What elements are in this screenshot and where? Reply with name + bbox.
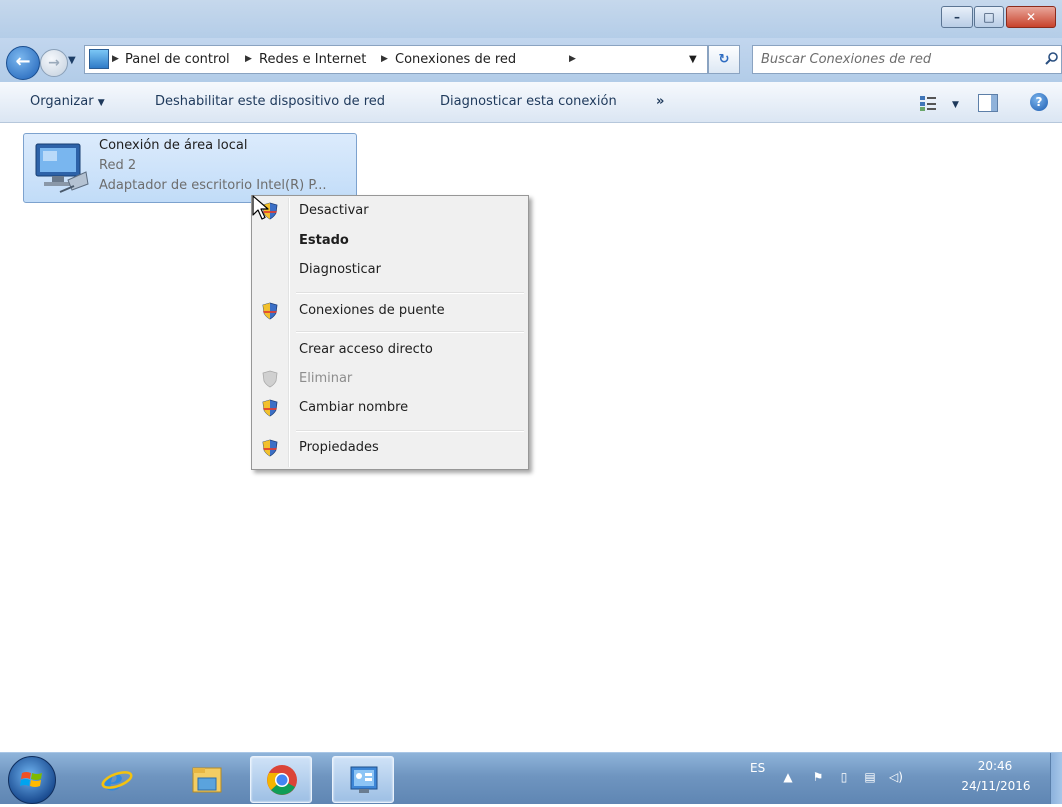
- window-title-bar: – □ ✕: [0, 0, 1062, 38]
- language-indicator[interactable]: ES: [750, 753, 765, 804]
- preview-pane-icon: [991, 95, 997, 111]
- uac-shield-icon: [262, 399, 278, 417]
- menu-item-propiedades[interactable]: Propiedades: [254, 435, 526, 461]
- close-button[interactable]: ✕: [1006, 6, 1056, 28]
- menu-item-estado[interactable]: Estado: [254, 228, 526, 254]
- file-list-area[interactable]: [0, 123, 1062, 752]
- help-button[interactable]: ?: [1030, 93, 1048, 111]
- menu-item-desactivar[interactable]: Desactivar: [254, 198, 526, 224]
- back-arrow-icon: ←: [15, 51, 31, 72]
- connection-name: Conexión de área local: [99, 138, 248, 153]
- breadcrumb-separator-icon[interactable]: ▶: [112, 46, 119, 73]
- context-menu: Desactivar Estado Diagnosticar Conexiones d…: [251, 195, 529, 470]
- menu-item-cambiar-nombre[interactable]: Cambiar nombre: [254, 395, 526, 421]
- organize-button[interactable]: Organizar ▼: [30, 82, 105, 122]
- menu-item-eliminar: Eliminar: [254, 366, 526, 392]
- breadcrumb-network-internet[interactable]: Redes e Internet: [259, 46, 366, 73]
- control-panel-icon: [89, 49, 109, 69]
- device-icon[interactable]: ▯: [836, 769, 852, 785]
- forward-arrow-icon: →: [48, 55, 60, 71]
- menu-item-label: Diagnosticar: [299, 262, 381, 277]
- connection-adapter: Adaptador de escritorio Intel(R) P...: [99, 178, 327, 193]
- menu-item-label: Conexiones de puente: [299, 303, 445, 318]
- breadcrumb-network-connections[interactable]: Conexiones de red: [395, 46, 516, 73]
- network-adapter-icon: [35, 143, 89, 193]
- command-bar: Organizar ▼ Deshabilitar este dispositiv…: [0, 82, 1062, 123]
- menu-separator: [296, 292, 524, 294]
- organize-label: Organizar: [30, 94, 94, 109]
- breadcrumb-separator-icon[interactable]: ▶: [381, 46, 388, 73]
- clock-date[interactable]: 24/11/2016: [958, 779, 1034, 793]
- start-button[interactable]: [8, 756, 56, 804]
- breadcrumb-control-panel[interactable]: Panel de control: [125, 46, 230, 73]
- maximize-button[interactable]: □: [974, 6, 1004, 28]
- uac-shield-icon: [262, 370, 278, 388]
- search-icon[interactable]: [1045, 51, 1059, 65]
- menu-item-label: Crear acceso directo: [299, 342, 433, 357]
- show-hidden-icons-button[interactable]: ▲: [780, 769, 796, 785]
- taskbar-internet-explorer[interactable]: e: [86, 756, 146, 801]
- taskbar: e ES ▲ ⚑ ▯ ▤ ◁) 20:46 24/11/2016: [0, 752, 1062, 804]
- preview-pane-button[interactable]: [978, 94, 998, 112]
- mouse-cursor-icon: [252, 195, 269, 220]
- menu-item-diagnosticar[interactable]: Diagnosticar: [254, 257, 526, 283]
- menu-item-label: Eliminar: [299, 371, 353, 386]
- diagnose-connection-button[interactable]: Diagnosticar esta conexión: [440, 82, 617, 122]
- more-commands-button[interactable]: »: [656, 82, 664, 122]
- menu-item-label: Propiedades: [299, 440, 379, 455]
- maximize-icon: □: [983, 10, 995, 24]
- menu-item-label: Estado: [299, 233, 349, 248]
- back-button[interactable]: ←: [6, 46, 40, 80]
- uac-shield-icon: [262, 439, 278, 457]
- windows-logo-icon: [20, 772, 42, 787]
- breadcrumb-separator-icon[interactable]: ▶: [245, 46, 252, 73]
- volume-icon[interactable]: ◁): [888, 769, 904, 785]
- forward-button[interactable]: →: [40, 49, 68, 77]
- chevron-down-icon: ▼: [97, 98, 105, 108]
- details-view-icon: ▼: [920, 96, 959, 111]
- refresh-button[interactable]: ↻: [708, 45, 740, 74]
- address-dropdown-icon[interactable]: ▼: [689, 46, 697, 73]
- recent-pages-dropdown[interactable]: ▼: [68, 52, 80, 70]
- disable-device-button[interactable]: Deshabilitar este dispositivo de red: [155, 82, 385, 122]
- minimize-icon: –: [954, 10, 960, 24]
- svg-text:▼: ▼: [952, 100, 959, 110]
- taskbar-windows-explorer[interactable]: [176, 756, 236, 801]
- change-view-button[interactable]: ▼: [918, 94, 962, 112]
- chrome-icon: [267, 765, 297, 795]
- menu-item-label: Cambiar nombre: [299, 400, 409, 415]
- menu-item-crear-acceso-directo[interactable]: Crear acceso directo: [254, 337, 526, 363]
- show-desktop-button[interactable]: [1050, 753, 1062, 804]
- menu-item-conexiones-de-puente[interactable]: Conexiones de puente: [254, 298, 526, 324]
- address-bar[interactable]: ▶ Panel de control ▶ Redes e Internet ▶ …: [84, 45, 708, 74]
- breadcrumb-separator-icon[interactable]: ▶: [569, 46, 576, 73]
- minimize-button[interactable]: –: [941, 6, 973, 28]
- network-icon[interactable]: ▤: [862, 769, 878, 785]
- connection-network: Red 2: [99, 158, 137, 173]
- menu-separator: [296, 331, 524, 333]
- menu-item-label: Desactivar: [299, 203, 369, 218]
- uac-shield-icon: [262, 302, 278, 320]
- search-placeholder: Buscar Conexiones de red: [761, 52, 932, 67]
- close-icon: ✕: [1025, 10, 1037, 24]
- menu-separator: [296, 430, 524, 432]
- control-panel-icon: [350, 766, 378, 793]
- internet-explorer-icon: e: [101, 763, 133, 796]
- network-connection-item[interactable]: Conexión de área local Red 2 Adaptador d…: [23, 133, 357, 203]
- taskbar-chrome[interactable]: [250, 756, 312, 803]
- taskbar-network-connections[interactable]: [332, 756, 394, 803]
- search-input[interactable]: Buscar Conexiones de red: [752, 45, 1062, 74]
- folder-icon: [192, 767, 222, 793]
- action-center-icon[interactable]: ⚑: [810, 769, 826, 785]
- clock-time[interactable]: 20:46: [960, 759, 1030, 773]
